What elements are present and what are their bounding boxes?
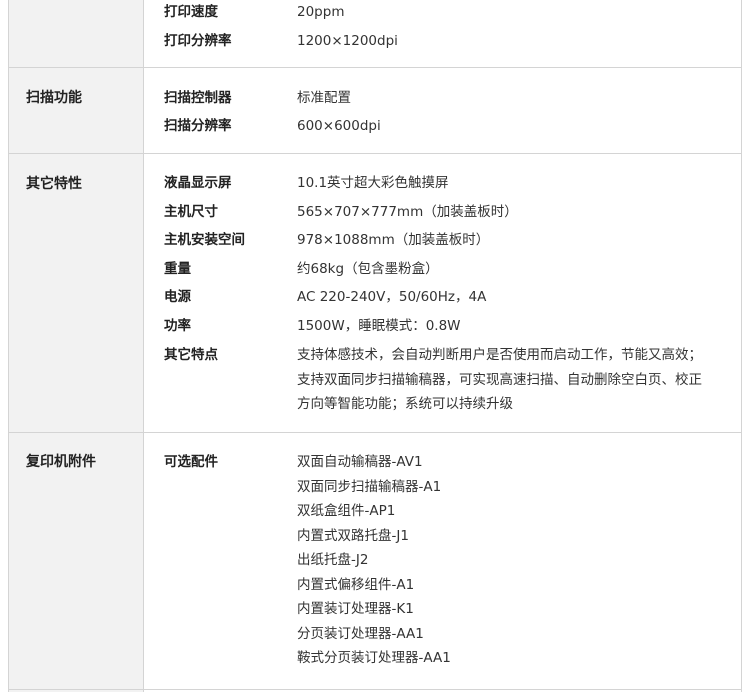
spec-key: 液晶显示屏 [164,175,232,191]
accessory-item: 分页装订处理器-AA1 [297,625,424,642]
spec-value: 600×600dpi [297,118,381,134]
spec-key: 主机安装空间 [164,232,245,248]
accessory-list: 双面自动输稿器-AV1 双面同步扫描输稿器-A1 双纸盒组件-AP1 内置式双路… [297,450,451,671]
row-divider [8,153,742,154]
category-label: 扫描功能 [26,90,82,106]
spec-value-line: 方向等智能功能；系统可以持续升级 [297,396,513,412]
spec-value: AC 220-240V，50/60Hz，4A [297,289,487,305]
accessory-item: 内置式偏移组件-A1 [297,576,415,593]
category-label: 其它特性 [26,176,82,192]
spec-value-line: 支持体感技术，会自动判断用户是否使用而启动工作，节能又高效； [297,347,702,363]
accessory-item: 出纸托盘-J2 [297,552,369,568]
spec-key: 功率 [164,318,191,334]
row-divider [8,432,742,433]
spec-value: 20ppm [297,4,345,20]
accessory-item: 双纸盒组件-AP1 [297,503,396,519]
accessory-item: 鞍式分页装订处理器-AA1 [297,650,451,666]
spec-value: 1500W，睡眠模式：0.8W [297,318,461,334]
accessory-item: 内置装订处理器-K1 [297,601,414,617]
spec-value-line: 支持双面同步扫描输稿器，可实现高速扫描、自动删除空白页、校正 [297,371,702,388]
accessory-item: 双面自动输稿器-AV1 [297,454,423,470]
spec-value: 565×707×777mm（加装盖板时） [297,204,518,220]
spec-key: 打印速度 [164,4,218,20]
accessory-item: 内置式双路托盘-J1 [297,527,409,544]
spec-key: 电源 [164,289,191,305]
spec-value: 标准配置 [297,90,351,106]
spec-key: 其它特点 [164,347,218,363]
spec-table: 打印速度 20ppm 打印分辨率 1200×1200dpi 扫描功能 扫描控制器… [0,0,750,692]
row-divider [8,689,742,690]
spec-value: 1200×1200dpi [297,33,398,49]
row-divider [8,67,742,68]
table-right-border [741,0,742,692]
spec-key: 重量 [164,261,191,277]
spec-key: 扫描分辨率 [164,118,232,134]
spec-key: 扫描控制器 [164,90,232,106]
accessory-item: 双面同步扫描输稿器-A1 [297,478,442,495]
category-label: 复印机附件 [26,454,96,470]
spec-value: 约68kg（包含墨粉盒） [297,261,439,277]
spec-value: 978×1088mm（加装盖板时） [297,232,490,248]
spec-key: 可选配件 [164,454,218,470]
spec-value: 10.1英寸超大彩色触摸屏 [297,175,449,191]
spec-value-multiline: 支持体感技术，会自动判断用户是否使用而启动工作，节能又高效； 支持双面同步扫描输… [297,343,702,417]
spec-key: 打印分辨率 [164,33,232,49]
spec-key: 主机尺寸 [164,204,218,220]
